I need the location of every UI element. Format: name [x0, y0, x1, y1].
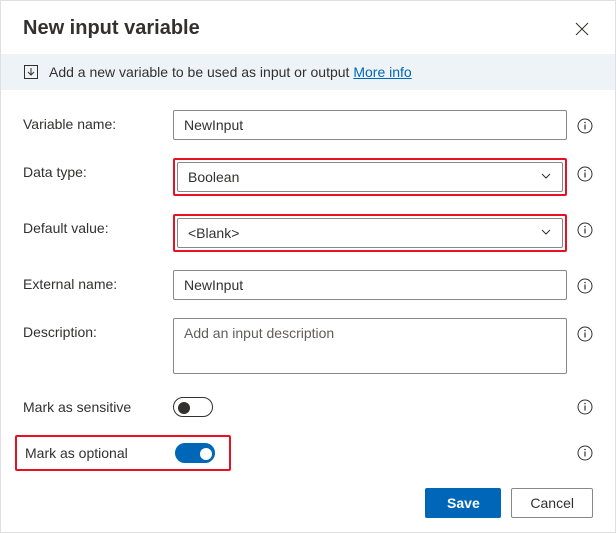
info-icon[interactable]: [577, 399, 593, 415]
row-mark-sensitive: Mark as sensitive: [23, 397, 593, 417]
info-icon[interactable]: [577, 445, 593, 461]
label-description: Description:: [23, 318, 173, 340]
label-data-type: Data type:: [23, 158, 173, 180]
mark-optional-highlight: Mark as optional: [15, 435, 231, 471]
mark-optional-toggle[interactable]: [175, 443, 215, 463]
dialog-footer: Save Cancel: [1, 474, 615, 532]
input-output-icon: [23, 64, 39, 80]
mark-sensitive-toggle[interactable]: [173, 397, 213, 417]
label-external-name: External name:: [23, 270, 173, 292]
data-type-select[interactable]: Boolean: [177, 162, 563, 192]
row-default-value: Default value: <Blank>: [23, 214, 593, 252]
row-external-name: External name:: [23, 270, 593, 300]
default-value-value: <Blank>: [188, 225, 239, 241]
row-variable-name: Variable name:: [23, 110, 593, 140]
info-bar: Add a new variable to be used as input o…: [1, 54, 615, 90]
row-description: Description:: [23, 318, 593, 377]
label-variable-name: Variable name:: [23, 110, 173, 132]
label-default-value: Default value:: [23, 214, 173, 236]
dialog-header: New input variable: [1, 1, 615, 54]
description-input[interactable]: [173, 318, 567, 374]
data-type-value: Boolean: [188, 169, 239, 185]
external-name-input[interactable]: [173, 270, 567, 300]
more-info-link[interactable]: More info: [353, 64, 411, 80]
chevron-down-icon: [540, 225, 552, 241]
new-input-variable-dialog: New input variable Add a new variable to…: [1, 1, 615, 532]
default-value-select[interactable]: <Blank>: [177, 218, 563, 248]
dialog-title: New input variable: [23, 17, 200, 40]
data-type-highlight: Boolean: [173, 158, 567, 196]
info-icon[interactable]: [577, 326, 593, 342]
label-mark-optional: Mark as optional: [25, 445, 175, 461]
row-data-type: Data type: Boolean: [23, 158, 593, 196]
row-mark-optional: Mark as optional: [15, 435, 593, 471]
default-value-highlight: <Blank>: [173, 214, 567, 252]
close-icon: [575, 22, 589, 36]
variable-name-input[interactable]: [173, 110, 567, 140]
form-area: Variable name: Data type: Boolean: [1, 90, 615, 489]
save-button[interactable]: Save: [425, 488, 501, 518]
info-text: Add a new variable to be used as input o…: [49, 64, 412, 80]
close-button[interactable]: [571, 18, 593, 40]
info-icon[interactable]: [577, 118, 593, 134]
info-icon[interactable]: [577, 222, 593, 238]
cancel-button[interactable]: Cancel: [511, 488, 593, 518]
chevron-down-icon: [540, 169, 552, 185]
label-mark-sensitive: Mark as sensitive: [23, 399, 173, 415]
info-icon[interactable]: [577, 166, 593, 182]
info-icon[interactable]: [577, 278, 593, 294]
